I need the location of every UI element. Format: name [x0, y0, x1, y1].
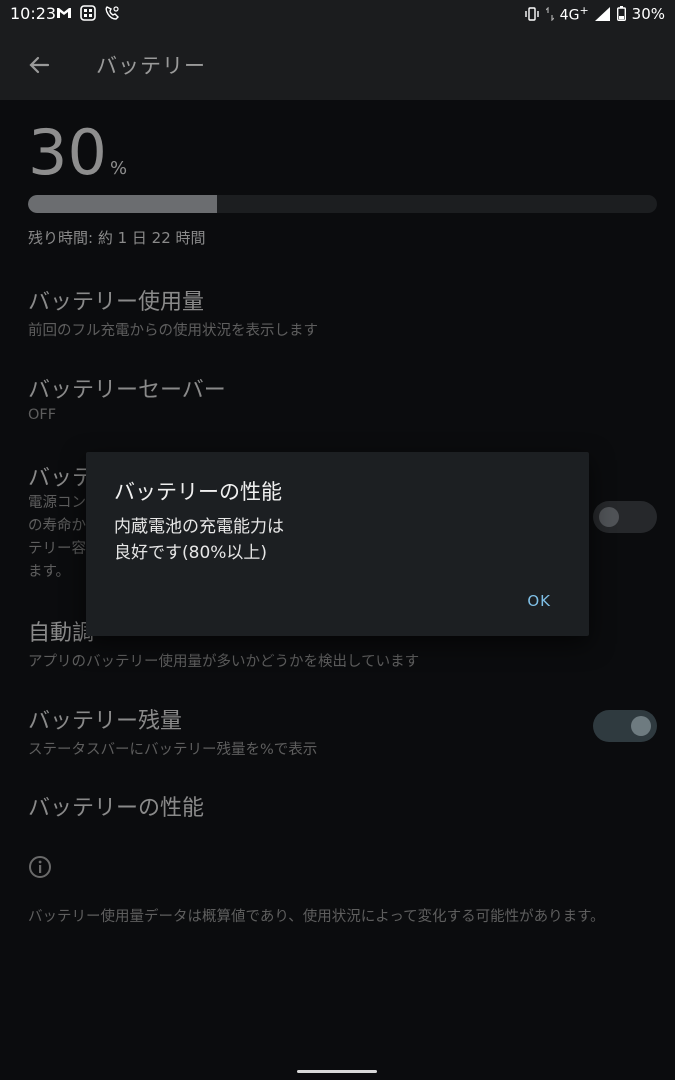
back-arrow-icon[interactable] — [24, 50, 54, 80]
auto-adjust-subtitle: アプリのバッテリー使用量が多いかどうかを検出しています — [28, 654, 420, 670]
battery-performance-item[interactable]: バッテリーの性能 — [28, 790, 648, 822]
battery-icon — [616, 6, 626, 22]
signal-icon — [594, 6, 610, 21]
dialog-message: 内蔵電池の充電能力は 良好です(80%以上) — [114, 517, 284, 563]
usage-disclaimer: バッテリー使用量データは概算値であり、使用状況によって変化する可能性があります。 — [28, 909, 605, 925]
toggle-knob — [631, 716, 651, 736]
battery-usage-subtitle: 前回のフル充電からの使用状況を表示します — [28, 323, 318, 339]
dialog-title: バッテリーの性能 — [114, 480, 282, 504]
network-type: 4G+ — [559, 4, 589, 24]
app-bar: バッテリー — [0, 28, 675, 100]
battery-level-fill — [28, 195, 217, 213]
battery-performance-title: バッテリーの性能 — [28, 796, 205, 821]
gesture-nav-handle[interactable] — [297, 1070, 377, 1073]
toggle-knob — [599, 507, 619, 527]
phone-settings-icon — [105, 6, 119, 20]
battery-level-number: 30 — [28, 116, 107, 189]
data-activity-icon — [545, 6, 554, 21]
battery-level-sign: % — [110, 158, 128, 179]
battery-saver-title: バッテリーセーバー — [28, 378, 226, 403]
app-grid-icon — [80, 5, 96, 21]
battery-usage-item[interactable]: バッテリー使用量 前回のフル充電からの使用状況を表示します — [28, 284, 648, 340]
battery-performance-dialog: バッテリーの性能 内蔵電池の充電能力は 良好です(80%以上) OK — [86, 452, 589, 636]
battery-percentage-title: バッテリー残量 — [28, 709, 183, 734]
gmail-icon — [57, 8, 71, 18]
page-title: バッテリー — [96, 54, 206, 78]
system-icons: 4G+ 30% — [524, 4, 665, 24]
battery-saver-item[interactable]: バッテリーセーバー OFF — [28, 372, 648, 423]
info-icon — [29, 856, 51, 878]
ok-button[interactable]: OK — [527, 592, 551, 610]
notification-icons — [56, 5, 120, 21]
vibrate-icon — [524, 7, 539, 21]
status-time: 10:23 — [10, 4, 57, 23]
battery-saver-status: OFF — [28, 407, 57, 423]
battery-care-toggle[interactable] — [593, 501, 657, 533]
battery-percentage-subtitle: ステータスバーにバッテリー残量を%で表示 — [28, 742, 318, 758]
battery-percentage-item[interactable]: バッテリー残量 ステータスバーにバッテリー残量を%で表示 — [28, 703, 648, 759]
battery-usage-title: バッテリー使用量 — [28, 290, 205, 315]
battery-percentage-toggle[interactable] — [593, 710, 657, 742]
status-bar: 10:23 4G+ 30% — [0, 0, 675, 28]
remaining-time: 残り時間: 約 1 日 22 時間 — [28, 229, 206, 247]
battery-percent: 30% — [631, 4, 665, 23]
battery-level-bar — [28, 195, 657, 213]
